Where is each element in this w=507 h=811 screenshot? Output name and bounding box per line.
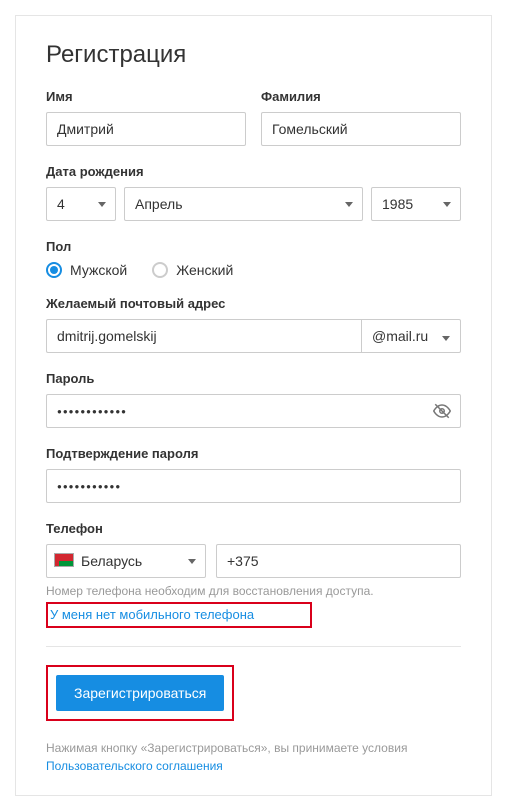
- dob-year-select[interactable]: [371, 187, 461, 221]
- password-section: Пароль: [46, 371, 461, 428]
- terms-prefix: Нажимая кнопку «Зарегистрироваться», вы …: [46, 741, 407, 755]
- email-label: Желаемый почтовый адрес: [46, 296, 461, 311]
- phone-hint: Номер телефона необходим для восстановле…: [46, 584, 461, 598]
- page-title: Регистрация: [46, 41, 461, 69]
- name-row: Имя Фамилия: [46, 89, 461, 146]
- dob-label: Дата рождения: [46, 164, 461, 179]
- gender-label: Пол: [46, 239, 461, 254]
- dob-month-select[interactable]: [124, 187, 363, 221]
- submit-button[interactable]: Зарегистрироваться: [56, 675, 224, 711]
- belarus-flag-icon: [54, 553, 74, 567]
- no-phone-highlight: У меня нет мобильного телефона: [46, 602, 312, 628]
- dob-day-select[interactable]: [46, 187, 116, 221]
- dob-year-value[interactable]: [371, 187, 461, 221]
- gender-male-label: Мужской: [70, 262, 127, 278]
- email-domain-select[interactable]: @mail.ru: [361, 319, 461, 353]
- phone-number-input[interactable]: [216, 544, 461, 578]
- gender-female-radio[interactable]: Женский: [152, 262, 233, 278]
- phone-section: Телефон Номер телефона необходим для вос…: [46, 521, 461, 628]
- dob-section: Дата рождения: [46, 164, 461, 221]
- no-phone-link[interactable]: У меня нет мобильного телефона: [50, 607, 254, 622]
- last-name-field: Фамилия: [261, 89, 461, 146]
- submit-highlight: Зарегистрироваться: [46, 665, 234, 721]
- gender-male-radio[interactable]: Мужской: [46, 262, 127, 278]
- password-confirm-section: Подтверждение пароля: [46, 446, 461, 503]
- password-confirm-input[interactable]: [46, 469, 461, 503]
- eye-off-icon[interactable]: [433, 402, 451, 425]
- dob-month-value[interactable]: [124, 187, 363, 221]
- divider: [46, 646, 461, 647]
- radio-unchecked-icon: [152, 262, 168, 278]
- caret-down-icon: [442, 328, 450, 344]
- submit-section: Зарегистрироваться: [46, 665, 461, 721]
- password-input[interactable]: [46, 394, 461, 428]
- password-label: Пароль: [46, 371, 461, 386]
- first-name-input[interactable]: [46, 112, 246, 146]
- phone-label: Телефон: [46, 521, 461, 536]
- last-name-label: Фамилия: [261, 89, 461, 104]
- gender-female-label: Женский: [176, 262, 233, 278]
- email-domain-value: @mail.ru: [372, 328, 428, 344]
- phone-country-select[interactable]: [46, 544, 206, 578]
- registration-panel: Регистрация Имя Фамилия Дата рождения: [15, 15, 492, 796]
- terms-text: Нажимая кнопку «Зарегистрироваться», вы …: [46, 739, 461, 775]
- terms-link[interactable]: Пользовательского соглашения: [46, 759, 223, 773]
- password-confirm-label: Подтверждение пароля: [46, 446, 461, 461]
- last-name-input[interactable]: [261, 112, 461, 146]
- radio-checked-icon: [46, 262, 62, 278]
- dob-day-value[interactable]: [46, 187, 116, 221]
- gender-section: Пол Мужской Женский: [46, 239, 461, 278]
- email-input[interactable]: [46, 319, 361, 353]
- first-name-label: Имя: [46, 89, 246, 104]
- email-section: Желаемый почтовый адрес @mail.ru: [46, 296, 461, 353]
- first-name-field: Имя: [46, 89, 246, 146]
